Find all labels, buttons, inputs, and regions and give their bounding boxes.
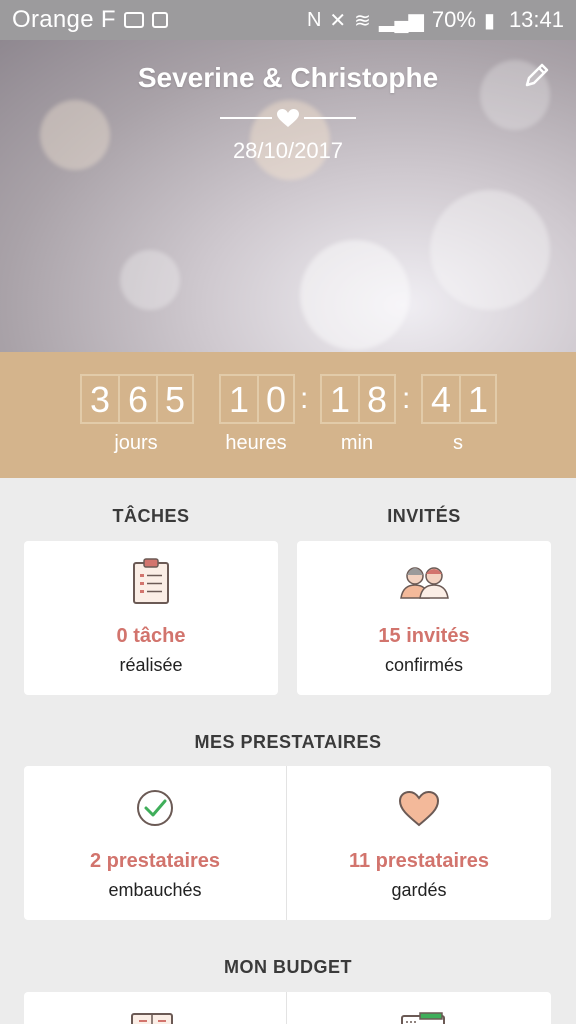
guests-title: INVITÉS — [387, 506, 461, 526]
nfc-icon: N — [306, 8, 322, 31]
digit: 1 — [320, 374, 358, 424]
hired-count: 2 prestataires — [89, 850, 221, 872]
tasks-card[interactable]: 0 tâche réalisée — [24, 541, 278, 695]
budget-title: MON BUDGET — [224, 957, 352, 977]
tasks-caption: réalisée — [119, 655, 183, 675]
mute-icon: ✕ — [329, 9, 347, 32]
guests-count: 15 invités — [378, 625, 470, 647]
hired-caption: embauchés — [108, 880, 202, 900]
pencil-icon — [525, 63, 549, 87]
check-circle-icon — [137, 790, 173, 826]
hired-vendors[interactable]: 2 prestataires embauchés — [24, 766, 286, 920]
saved-caption: gardés — [391, 880, 447, 900]
couple-names: Severine & Christophe — [137, 62, 439, 93]
vendors-card: 2 prestataires embauchés 11 prestataires… — [24, 766, 551, 920]
hero-banner: Severine & Christophe 28/10/2017 — [0, 40, 576, 352]
edit-button[interactable] — [522, 60, 552, 90]
seconds-label: s — [453, 432, 463, 454]
battery-icon: ▮ — [483, 9, 495, 32]
vendors-title: MES PRESTATAIRES — [194, 732, 382, 752]
heart-divider — [220, 108, 356, 128]
budget-card[interactable] — [24, 992, 551, 1024]
wedding-date: 28/10/2017 — [232, 138, 344, 163]
money-icon — [401, 1012, 445, 1024]
sim-icon — [151, 12, 168, 28]
digit: 5 — [156, 374, 194, 424]
tasks-title: TÂCHES — [112, 506, 190, 526]
calculator-icon — [131, 1013, 173, 1024]
colon-separator: : — [402, 382, 411, 415]
countdown-panel: 3 6 5 1 0 : 1 8 : 4 1 jours heures min s — [0, 352, 576, 478]
seconds-counter: 4 1 — [421, 374, 497, 424]
clock: 13:41 — [508, 7, 564, 32]
clipboard-icon — [133, 558, 169, 604]
status-bar: Orange F N ✕ ≋ ▂▄▆ 70% ▮ 13:41 — [0, 0, 576, 40]
budget-divider — [286, 992, 287, 1024]
signal-icon: ▂▄▆ — [378, 9, 424, 32]
heart-icon — [398, 790, 440, 827]
saved-count: 11 prestataires — [348, 850, 490, 872]
guests-card[interactable]: 15 invités confirmés — [297, 541, 551, 695]
heart-icon — [277, 109, 299, 127]
wifi-icon: ≋ — [354, 9, 371, 32]
minutes-counter: 1 8 — [320, 374, 396, 424]
days-counter: 3 6 5 — [80, 374, 194, 424]
tasks-count: 0 tâche — [116, 625, 186, 647]
digit: 4 — [421, 374, 459, 424]
digit: 6 — [118, 374, 156, 424]
digit: 3 — [80, 374, 118, 424]
guests-icon — [400, 567, 449, 599]
message-icon — [123, 12, 144, 28]
days-label: jours — [114, 432, 158, 454]
carrier-name: Orange F — [12, 6, 116, 33]
saved-vendors[interactable]: 11 prestataires gardés — [287, 766, 551, 920]
hours-counter: 1 0 — [219, 374, 295, 424]
digit: 1 — [459, 374, 497, 424]
battery-level: 70% — [431, 7, 476, 32]
digit: 8 — [358, 374, 396, 424]
digit: 0 — [257, 374, 295, 424]
guests-caption: confirmés — [384, 655, 464, 675]
colon-separator: : — [300, 382, 309, 415]
digit: 1 — [219, 374, 257, 424]
